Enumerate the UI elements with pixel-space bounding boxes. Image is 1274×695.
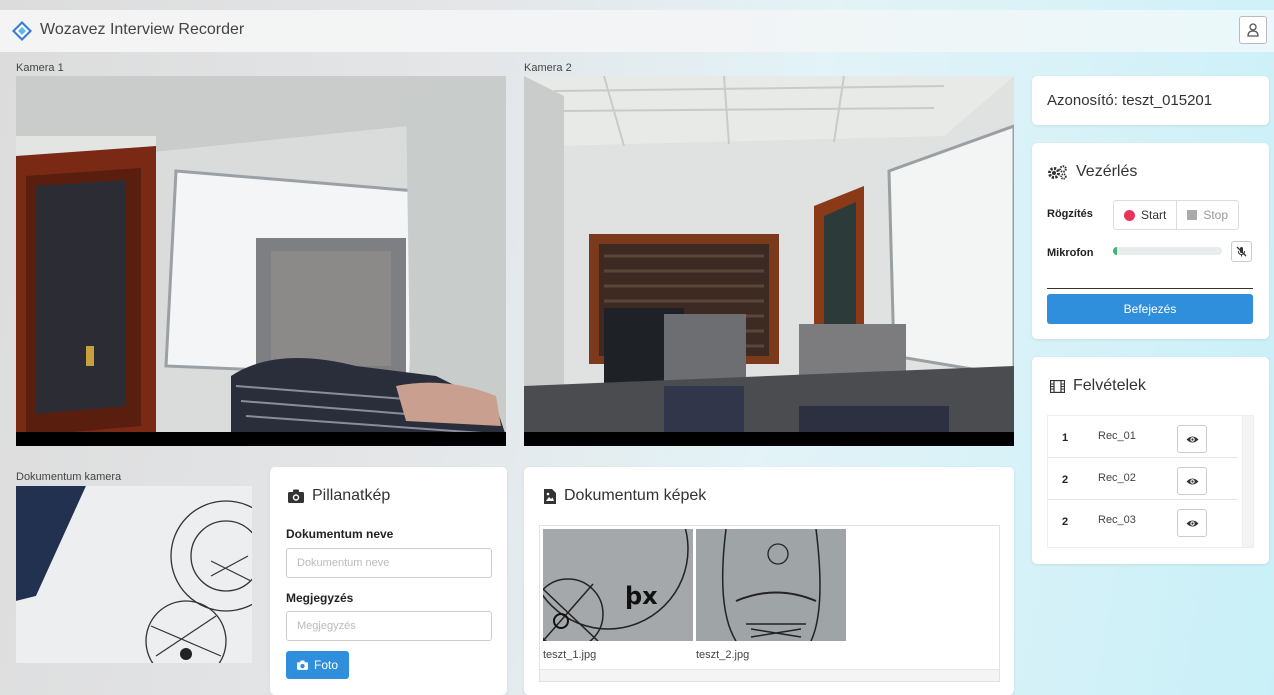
- microphone-label: Mikrofon: [1047, 247, 1094, 259]
- document-thumbnail[interactable]: ϸx: [543, 529, 693, 641]
- session-id-text: Azonosító: teszt_015201: [1047, 92, 1213, 109]
- finish-button[interactable]: Befejezés: [1047, 294, 1253, 324]
- note-label: Megjegyzés: [286, 591, 354, 605]
- stop-square-icon: [1187, 210, 1198, 220]
- document-thumbnail-name: teszt_1.jpg: [543, 649, 597, 661]
- top-bar: Wozavez Interview Recorder: [0, 10, 1274, 52]
- gears-icon: [1048, 164, 1067, 180]
- finish-button-label: Befejezés: [1123, 302, 1177, 316]
- recording-label: Rögzítés: [1047, 208, 1093, 220]
- document-images-panel: Dokumentum képek ϸx teszt_1.jpg teszt_2.: [524, 467, 1014, 695]
- image-file-icon: [544, 488, 556, 504]
- start-button-label: Start: [1141, 208, 1167, 222]
- recording-row: 2 Rec_02: [1048, 458, 1238, 500]
- document-thumbnail-image: [696, 529, 846, 641]
- recording-number: 2: [1062, 516, 1069, 528]
- camera-2-label: Kamera 2: [524, 62, 572, 74]
- snapshot-panel: Pillanatkép Dokumentum neve Megjegyzés F…: [270, 467, 507, 695]
- user-button[interactable]: [1239, 16, 1267, 44]
- eye-icon: [1186, 478, 1198, 484]
- stop-button[interactable]: Stop: [1177, 201, 1238, 229]
- film-icon: [1050, 379, 1065, 393]
- document-thumbnail[interactable]: [696, 529, 846, 641]
- recording-number: 1: [1062, 432, 1069, 444]
- document-camera-feed: [16, 486, 252, 663]
- recording-controls: Start Stop: [1113, 200, 1240, 230]
- snapshot-title: Pillanatkép: [312, 487, 391, 504]
- recordings-panel: Felvételek 1 Rec_01 2 Rec_02 2 Rec_03: [1032, 357, 1269, 564]
- recordings-header: Felvételek: [1050, 377, 1146, 395]
- start-button[interactable]: Start: [1114, 201, 1178, 229]
- document-thumbnail-name: teszt_2.jpg: [696, 649, 750, 661]
- microphone-level-bar: [1113, 247, 1222, 255]
- document-thumbnail-image: ϸx: [543, 529, 693, 641]
- camera-1-label: Kamera 1: [16, 62, 64, 74]
- document-images-gallery: ϸx teszt_1.jpg teszt_2.jpg: [539, 525, 1000, 682]
- user-icon: [1247, 23, 1259, 37]
- camera-1-view: [16, 76, 506, 446]
- document-gallery-horizontal-scrollbar[interactable]: [540, 669, 999, 681]
- recording-row: 2 Rec_03: [1048, 500, 1238, 542]
- recordings-list: 1 Rec_01 2 Rec_02 2 Rec_03: [1047, 415, 1254, 548]
- eye-icon: [1186, 520, 1198, 526]
- eye-icon: [1186, 436, 1198, 442]
- control-divider: [1047, 288, 1253, 289]
- svg-text:ϸx: ϸx: [625, 582, 658, 610]
- control-header: Vezérlés: [1048, 163, 1137, 181]
- note-input[interactable]: [286, 611, 492, 641]
- microphone-level-fill: [1113, 247, 1118, 255]
- control-title: Vezérlés: [1076, 163, 1138, 180]
- view-recording-button[interactable]: [1177, 467, 1207, 495]
- document-name-label: Dokumentum neve: [286, 527, 394, 541]
- document-camera-view: [16, 486, 252, 663]
- camera-1-feed: [16, 76, 506, 446]
- record-dot-icon: [1124, 209, 1135, 221]
- stop-button-label: Stop: [1203, 208, 1229, 222]
- document-name-input[interactable]: [286, 548, 492, 578]
- document-camera-label: Dokumentum kamera: [16, 471, 122, 483]
- recording-name: Rec_02: [1098, 472, 1136, 484]
- recording-name: Rec_01: [1098, 430, 1136, 442]
- app-title: Wozavez Interview Recorder: [40, 21, 245, 38]
- recording-name: Rec_03: [1098, 514, 1136, 526]
- camera-2-status-bar: [524, 432, 1014, 446]
- recordings-vertical-scrollbar[interactable]: [1242, 416, 1253, 547]
- recording-row: 1 Rec_01: [1048, 416, 1238, 458]
- camera-2-feed: [524, 76, 1014, 446]
- control-panel: Vezérlés Rögzítés Start Stop Mikrofon Be…: [1032, 143, 1269, 339]
- camera-icon: [296, 660, 308, 670]
- view-recording-button[interactable]: [1177, 425, 1207, 453]
- document-images-header: Dokumentum képek: [544, 487, 706, 505]
- photo-button[interactable]: Foto: [286, 651, 349, 679]
- view-recording-button[interactable]: [1177, 509, 1207, 537]
- document-images-title: Dokumentum képek: [564, 487, 707, 504]
- recordings-title: Felvételek: [1073, 377, 1146, 394]
- camera-1-status-bar: [16, 432, 506, 446]
- photo-button-label: Foto: [313, 658, 338, 672]
- microphone-muted-icon: [1236, 246, 1247, 257]
- session-id-panel: Azonosító: teszt_015201: [1032, 76, 1269, 125]
- snapshot-header: Pillanatkép: [288, 487, 390, 505]
- app-logo-icon: [12, 21, 32, 41]
- camera-2-view: [524, 76, 1014, 446]
- camera-icon: [288, 489, 304, 503]
- recording-number: 2: [1062, 474, 1069, 486]
- microphone-mute-button[interactable]: [1231, 241, 1252, 262]
